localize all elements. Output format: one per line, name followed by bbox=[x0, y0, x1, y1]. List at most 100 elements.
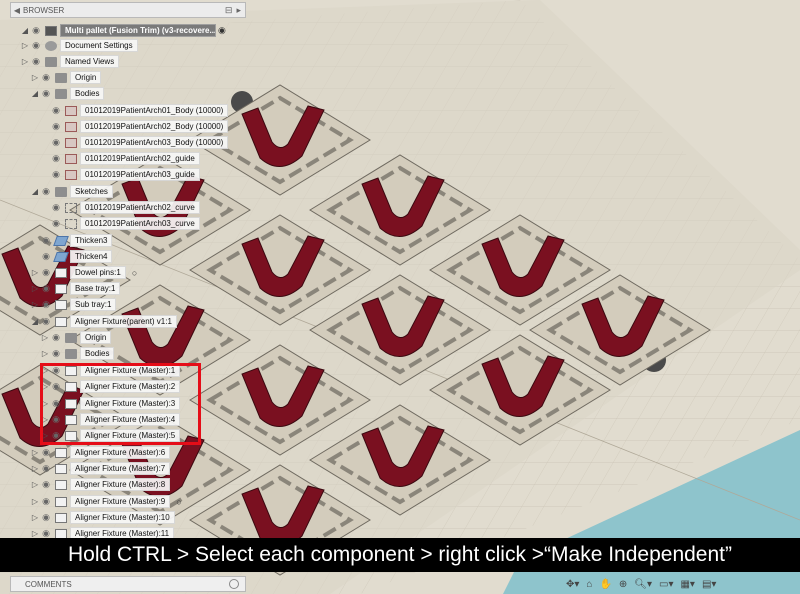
pan-icon[interactable]: ✋ bbox=[599, 579, 611, 590]
visibility-eye-icon[interactable]: ◉ bbox=[40, 463, 52, 474]
tree-row[interactable]: ▷ ◉ Aligner Fixture (Master):8 bbox=[30, 477, 171, 492]
navigation-toolbar: ✥▾ ⌂ ✋ ⊕ 🔍︎▾ ▭▾ ▦▾ ▤▾ bbox=[566, 576, 716, 592]
viewports-icon[interactable]: ▤▾ bbox=[702, 579, 716, 590]
expand-triangle-icon[interactable]: ▷ bbox=[30, 480, 40, 489]
expand-triangle-icon[interactable]: ▷ bbox=[40, 333, 50, 342]
visibility-eye-icon[interactable]: ◉ bbox=[50, 348, 62, 359]
expand-triangle-icon[interactable]: ◢ bbox=[30, 89, 40, 98]
activate-radio-icon[interactable]: ◉ bbox=[218, 25, 226, 36]
comments-label: COMMENTS bbox=[25, 579, 72, 589]
grid-settings-icon[interactable]: ▦▾ bbox=[680, 579, 694, 590]
visibility-eye-icon[interactable]: ◉ bbox=[30, 56, 42, 67]
selection-highlight-box bbox=[40, 363, 201, 445]
expand-icon[interactable]: ▸ bbox=[236, 5, 241, 16]
visibility-eye-icon[interactable]: ◉ bbox=[40, 88, 52, 99]
tree-row-label: Sub tray:1 bbox=[70, 298, 117, 311]
visibility-eye-icon[interactable]: ◉ bbox=[40, 72, 52, 83]
expand-triangle-icon[interactable]: ▷ bbox=[30, 73, 40, 82]
expand-triangle-icon[interactable]: ▷ bbox=[30, 300, 40, 309]
visibility-eye-icon[interactable]: ◉ bbox=[40, 267, 52, 278]
visibility-eye-icon[interactable]: ◉ bbox=[40, 186, 52, 197]
tree-row[interactable]: ◉ 01012019PatientArch02_curve bbox=[40, 200, 200, 215]
visibility-eye-icon[interactable]: ◉ bbox=[40, 251, 52, 262]
tree-row[interactable]: ▷ ◉ Document Settings bbox=[20, 38, 138, 53]
tree-row[interactable]: ▷ ◉ Bodies bbox=[40, 346, 115, 361]
tree-row[interactable]: ▷ ◉ Dowel pins:1 ○ bbox=[30, 265, 137, 280]
visibility-eye-icon[interactable]: ◉ bbox=[50, 202, 62, 213]
tree-row-label: 01012019PatientArch02_guide bbox=[80, 152, 200, 165]
tree-row[interactable]: ◢ ◉ Bodies bbox=[30, 86, 105, 101]
visibility-eye-icon[interactable]: ◉ bbox=[40, 235, 52, 246]
visibility-eye-icon[interactable]: ◉ bbox=[40, 283, 52, 294]
visibility-eye-icon[interactable]: ◉ bbox=[40, 299, 52, 310]
activate-radio-icon[interactable]: ○ bbox=[176, 497, 181, 507]
expand-triangle-icon[interactable]: ▷ bbox=[30, 464, 40, 473]
display-settings-icon[interactable]: ▭▾ bbox=[659, 579, 673, 590]
expand-triangle-icon[interactable]: ▷ bbox=[30, 497, 40, 506]
comments-panel[interactable]: COMMENTS bbox=[10, 576, 246, 592]
expand-triangle-icon[interactable]: ▷ bbox=[30, 529, 40, 538]
tree-row-label: Named Views bbox=[60, 55, 120, 68]
tree-row[interactable]: ◉ 01012019PatientArch03_Body (10000) bbox=[40, 135, 229, 150]
tree-row[interactable]: ▷ ◉ Aligner Fixture (Master):9 ○ bbox=[30, 494, 182, 509]
fit-icon[interactable]: 🔍︎▾ bbox=[634, 579, 652, 590]
visibility-eye-icon[interactable]: ◉ bbox=[50, 332, 62, 343]
visibility-eye-icon[interactable]: ◉ bbox=[50, 121, 62, 132]
tree-row[interactable]: ▷ ◉ Base tray:1 bbox=[30, 281, 121, 296]
visibility-eye-icon[interactable]: ◉ bbox=[30, 25, 42, 36]
tree-row[interactable]: ◉ Thicken4 bbox=[30, 249, 113, 264]
tree-row[interactable]: ▷ ◉ Origin bbox=[30, 70, 102, 85]
browser-header: ◀ BROWSER ⊟ ▸ bbox=[10, 2, 246, 18]
comments-toggle-icon[interactable] bbox=[229, 579, 239, 589]
tree-row[interactable]: ◉ 01012019PatientArch02_Body (10000) bbox=[40, 119, 229, 134]
tree-row[interactable]: ▷ ◉ Aligner Fixture (Master):6 bbox=[30, 445, 171, 460]
tree-row-label: Bodies bbox=[70, 87, 105, 100]
tree-row[interactable]: ◉ 01012019PatientArch01_Body (10000) bbox=[40, 103, 229, 118]
collapse-triangle-icon[interactable]: ◢ bbox=[20, 26, 30, 35]
expand-triangle-icon[interactable]: ▷ bbox=[30, 284, 40, 293]
visibility-eye-icon[interactable]: ◉ bbox=[40, 447, 52, 458]
visibility-eye-icon[interactable]: ◉ bbox=[50, 153, 62, 164]
tree-row[interactable]: ◉ 01012019PatientArch03_guide bbox=[40, 167, 200, 182]
tree-row-label: Thicken4 bbox=[70, 250, 113, 263]
tree-row[interactable]: ◉ 01012019PatientArch02_guide bbox=[40, 151, 200, 166]
expand-triangle-icon[interactable]: ▷ bbox=[30, 513, 40, 522]
expand-triangle-icon[interactable]: ◢ bbox=[30, 317, 40, 326]
expand-triangle-icon[interactable]: ◢ bbox=[30, 187, 40, 196]
tree-row[interactable]: ▷ ◉ Sub tray:1 bbox=[30, 297, 117, 312]
tree-row[interactable]: ◉ Thicken3 bbox=[30, 233, 113, 248]
expand-triangle-icon[interactable]: ▷ bbox=[30, 268, 40, 277]
expand-triangle-icon[interactable]: ▷ bbox=[40, 349, 50, 358]
tree-row-label: Origin bbox=[70, 71, 102, 84]
tree-row[interactable]: ◉ 01012019PatientArch03_curve bbox=[40, 216, 200, 231]
visibility-eye-icon[interactable]: ◉ bbox=[40, 512, 52, 523]
visibility-eye-icon[interactable]: ◉ bbox=[50, 137, 62, 148]
expand-triangle-icon[interactable]: ▷ bbox=[20, 57, 30, 66]
visibility-eye-icon[interactable]: ◉ bbox=[50, 218, 62, 229]
visibility-eye-icon[interactable]: ◉ bbox=[40, 316, 52, 327]
expand-triangle-icon[interactable]: ▷ bbox=[20, 41, 30, 50]
orbit-icon[interactable]: ✥▾ bbox=[566, 579, 579, 590]
activate-radio-icon[interactable]: ○ bbox=[132, 268, 137, 278]
look-at-icon[interactable]: ⌂ bbox=[586, 579, 592, 590]
tree-row[interactable]: ▷ ◉ Named Views bbox=[20, 54, 120, 69]
expand-triangle-icon[interactable]: ▷ bbox=[30, 448, 40, 457]
tree-row[interactable]: ▷ ◉ Aligner Fixture (Master):7 bbox=[30, 461, 171, 476]
folder-icon bbox=[65, 332, 77, 343]
tree-row-label: Aligner Fixture (Master):10 bbox=[70, 511, 175, 524]
browser-root-row[interactable]: ◢ ◉ Multi pallet (Fusion Trim) (v3-recov… bbox=[20, 23, 226, 38]
tree-row[interactable]: ▷ ◉ Origin bbox=[40, 330, 112, 345]
tree-row[interactable]: ◢ ◉ Aligner Fixture(parent) v1:1 bbox=[30, 314, 177, 329]
visibility-eye-icon[interactable]: ◉ bbox=[40, 479, 52, 490]
zoom-icon[interactable]: ⊕ bbox=[619, 579, 627, 590]
collapse-icon[interactable]: ◀ bbox=[11, 6, 23, 15]
tree-row-label: 01012019PatientArch03_guide bbox=[80, 168, 200, 181]
visibility-eye-icon[interactable]: ◉ bbox=[40, 496, 52, 507]
pin-icon[interactable]: ⊟ bbox=[225, 5, 233, 16]
tree-row[interactable]: ▷ ◉ Aligner Fixture (Master):10 bbox=[30, 510, 175, 525]
visibility-eye-icon[interactable]: ◉ bbox=[50, 105, 62, 116]
component-icon bbox=[55, 316, 67, 327]
visibility-eye-icon[interactable]: ◉ bbox=[30, 40, 42, 51]
tree-row[interactable]: ◢ ◉ Sketches bbox=[30, 184, 113, 199]
visibility-eye-icon[interactable]: ◉ bbox=[50, 169, 62, 180]
